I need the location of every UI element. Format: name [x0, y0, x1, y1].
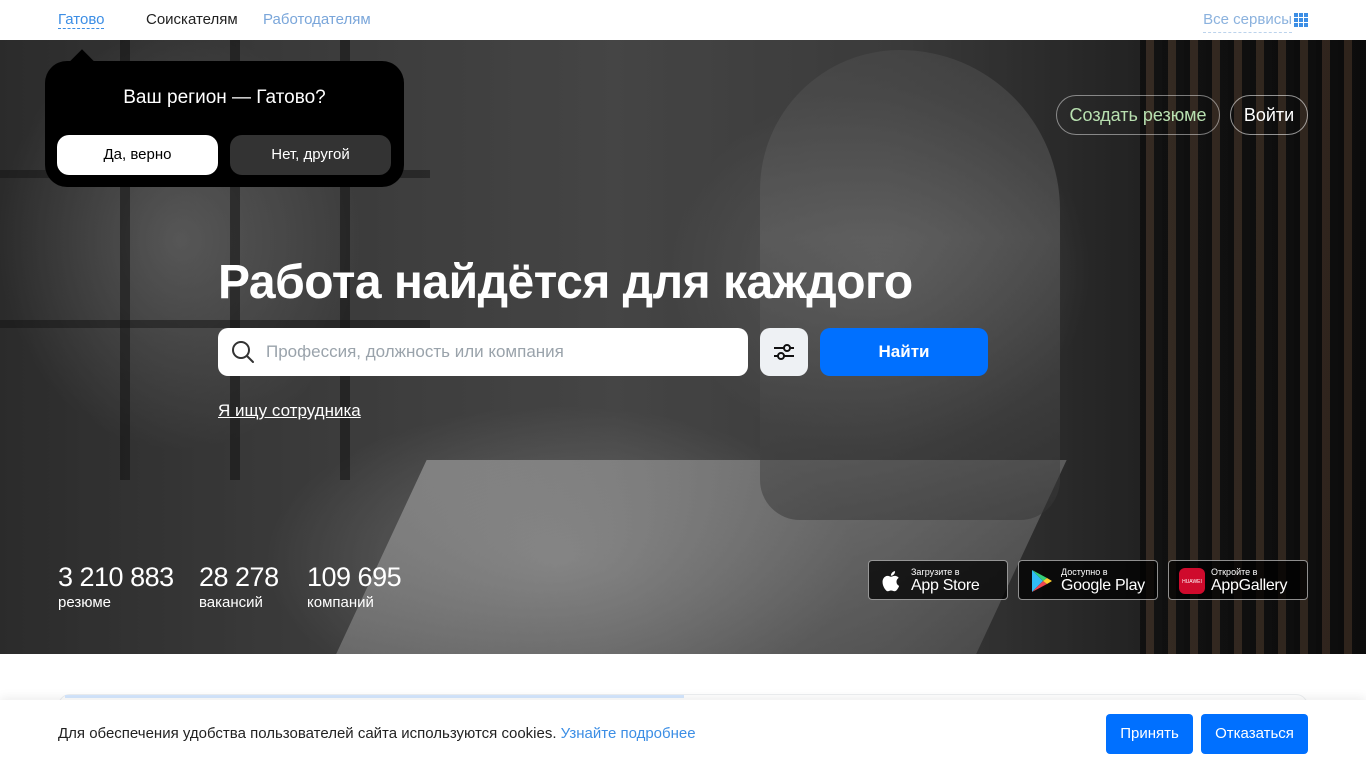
cookie-banner: Для обеспечения удобства пользователей с… [0, 700, 1366, 768]
stat-number: 3 210 883 [58, 562, 174, 592]
store-caption: Загрузите в [911, 567, 960, 577]
stat-label: вакансий [199, 594, 263, 611]
region-no-button[interactable]: Нет, другой [230, 135, 391, 175]
stat-label: резюме [58, 594, 111, 611]
google-play-badge[interactable]: Доступно в Google Play [1018, 560, 1158, 600]
google-play-icon [1029, 568, 1055, 594]
stat-resumes: 3 210 883 резюме [58, 562, 174, 612]
advanced-search-button[interactable] [760, 328, 808, 376]
app-gallery-badge[interactable]: HUAWEI Откройте в AppGallery [1168, 560, 1308, 600]
stat-vacancies: 28 278 вакансий [199, 562, 279, 612]
search-box [218, 328, 748, 376]
app-store-badge[interactable]: Загрузите в App Store [868, 560, 1008, 600]
employer-search-link[interactable]: Я ищу сотрудника [218, 401, 361, 421]
nav-employers-link[interactable]: Работодателям [263, 11, 371, 28]
store-name: AppGallery [1211, 577, 1288, 594]
stat-number: 28 278 [199, 562, 279, 592]
login-button[interactable]: Войти [1230, 95, 1308, 135]
search-input[interactable] [266, 328, 736, 376]
all-services-link[interactable]: Все сервисы [1203, 11, 1292, 33]
services-grid-icon[interactable] [1294, 13, 1308, 27]
store-name: Google Play [1061, 577, 1145, 594]
region-confirm-popup: Ваш регион — Гатово? Да, верно Нет, друг… [45, 49, 404, 187]
nav-seekers-link[interactable]: Соискателям [146, 11, 238, 28]
create-resume-button[interactable]: Создать резюме [1056, 95, 1220, 135]
huawei-icon: HUAWEI [1179, 568, 1205, 594]
huawei-logo-text: HUAWEI [1182, 579, 1202, 585]
region-question: Ваш регион — Гатово? [123, 87, 326, 108]
store-name: App Store [911, 577, 980, 594]
stat-number: 109 695 [307, 562, 402, 592]
cookie-decline-button[interactable]: Отказаться [1201, 714, 1308, 754]
store-caption: Откройте в [1211, 567, 1258, 577]
cookie-message: Для обеспечения удобства пользователей с… [58, 725, 561, 742]
top-bar: Гатово Соискателям Работодателям Все сер… [0, 0, 1366, 40]
card-progress-bar [65, 695, 684, 698]
stat-companies: 109 695 компаний [307, 562, 402, 612]
filter-sliders-icon [774, 344, 794, 360]
region-selector[interactable]: Гатово [58, 11, 105, 29]
apple-icon [879, 568, 905, 594]
region-yes-button[interactable]: Да, верно [57, 135, 218, 175]
find-button[interactable]: Найти [820, 328, 988, 376]
stat-label: компаний [307, 594, 374, 611]
cookie-accept-button[interactable]: Принять [1106, 714, 1193, 754]
search-icon [231, 340, 255, 364]
store-caption: Доступно в [1061, 567, 1108, 577]
hero-headline: Работа найдётся для каждого [218, 256, 913, 309]
cookie-more-link[interactable]: Узнайте подробнее [561, 725, 696, 742]
cookie-text-line: Для обеспечения удобства пользователей с… [58, 725, 696, 743]
